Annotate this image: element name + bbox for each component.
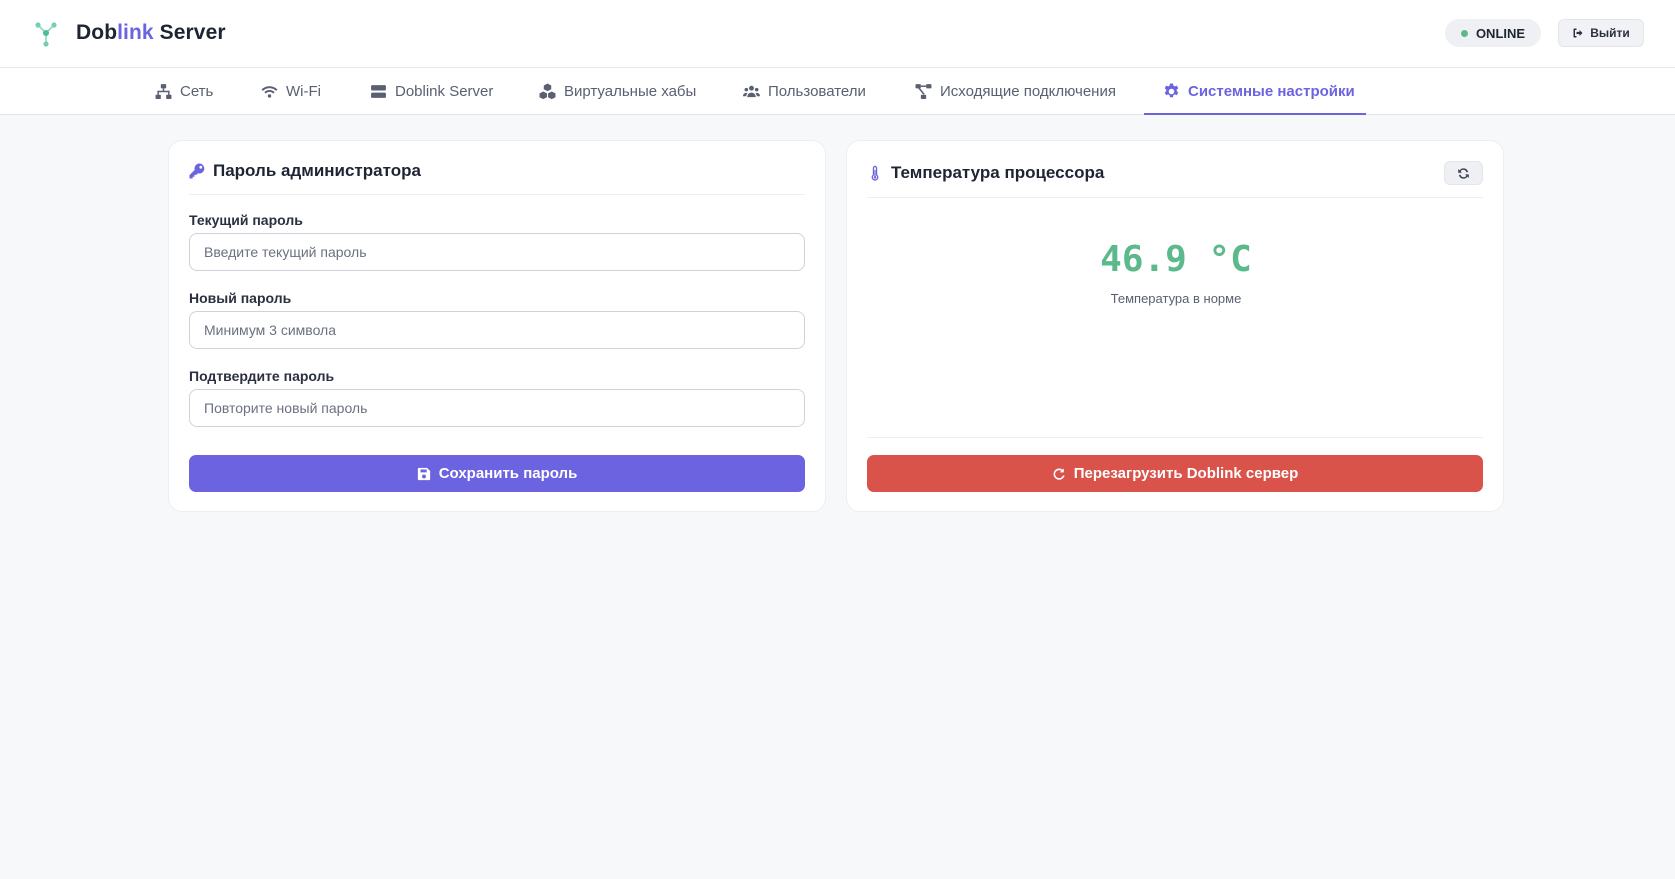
key-icon: [189, 163, 205, 179]
tab-label: Виртуальные хабы: [564, 83, 697, 100]
cubes-icon: [539, 83, 556, 100]
card-title-text: Пароль администратора: [213, 161, 421, 180]
top-bar: Doblink Server ONLINE Выйти: [0, 0, 1675, 68]
card-title: Температура процессора: [867, 163, 1104, 183]
tab-system-settings[interactable]: Системные настройки: [1163, 68, 1355, 115]
divider: [189, 194, 805, 195]
confirm-password-input[interactable]: [189, 389, 805, 427]
active-tab-indicator: [1144, 113, 1366, 115]
logout-label: Выйти: [1590, 26, 1630, 40]
wifi-icon: [261, 86, 278, 98]
save-icon: [417, 467, 430, 480]
cpu-temperature-card: Температура процессора 46.9 °C Температу…: [846, 140, 1504, 512]
save-password-label: Сохранить пароль: [438, 465, 578, 482]
tab-label: Системные настройки: [1188, 83, 1355, 100]
card-title: Пароль администратора: [189, 161, 421, 181]
main-nav: Сеть Wi-Fi Doblink Server Виртуальные ха…: [0, 68, 1675, 115]
card-title-text: Температура процессора: [891, 163, 1105, 182]
save-password-button[interactable]: Сохранить пароль: [189, 455, 805, 492]
tab-label: Doblink Server: [395, 83, 494, 100]
admin-password-card: Пароль администратора Текущий пароль Нов…: [168, 140, 826, 512]
current-password-label: Текущий пароль: [189, 212, 303, 228]
temperature-value: 46.9 °C: [1100, 239, 1252, 280]
tab-label: Wi-Fi: [286, 83, 321, 100]
tab-users[interactable]: Пользователи: [743, 68, 866, 115]
status-badge: ONLINE: [1445, 19, 1541, 47]
refresh-temperature-button[interactable]: [1444, 161, 1483, 185]
refresh-icon: [1458, 167, 1469, 179]
restart-server-label: Перезагрузить Doblink сервер: [1073, 465, 1299, 482]
tab-wifi[interactable]: Wi-Fi: [261, 68, 321, 115]
sign-out-icon: [1573, 28, 1583, 38]
tab-network[interactable]: Сеть: [155, 68, 213, 115]
tab-label: Пользователи: [768, 83, 866, 100]
tab-label: Исходящие подключения: [940, 83, 1116, 100]
connections-icon: [915, 84, 932, 99]
current-password-input[interactable]: [189, 233, 805, 271]
divider: [867, 437, 1483, 438]
thermometer-icon: [871, 165, 879, 181]
new-password-input[interactable]: [189, 311, 805, 349]
brand-title: Doblink Server: [76, 21, 226, 44]
divider: [867, 197, 1483, 198]
confirm-password-label: Подтвердите пароль: [189, 368, 335, 384]
tab-outgoing-connections[interactable]: Исходящие подключения: [915, 68, 1116, 115]
gear-icon: [1164, 83, 1179, 98]
status-text: ONLINE: [1475, 25, 1526, 41]
status-dot-icon: [1460, 29, 1468, 37]
temperature-status: Температура в норме: [1110, 291, 1242, 306]
tab-doblink-server[interactable]: Doblink Server: [370, 68, 493, 115]
tab-virtual-hubs[interactable]: Виртуальные хабы: [539, 68, 696, 115]
tab-label: Сеть: [180, 83, 214, 100]
new-password-label: Новый пароль: [189, 290, 292, 306]
server-icon: [371, 85, 386, 98]
restart-server-button[interactable]: Перезагрузить Doblink сервер: [867, 455, 1483, 492]
redo-icon: [1053, 467, 1065, 480]
logout-button[interactable]: Выйти: [1558, 19, 1644, 47]
logo-icon: [35, 22, 57, 47]
network-icon: [155, 84, 172, 99]
users-icon: [743, 85, 760, 98]
